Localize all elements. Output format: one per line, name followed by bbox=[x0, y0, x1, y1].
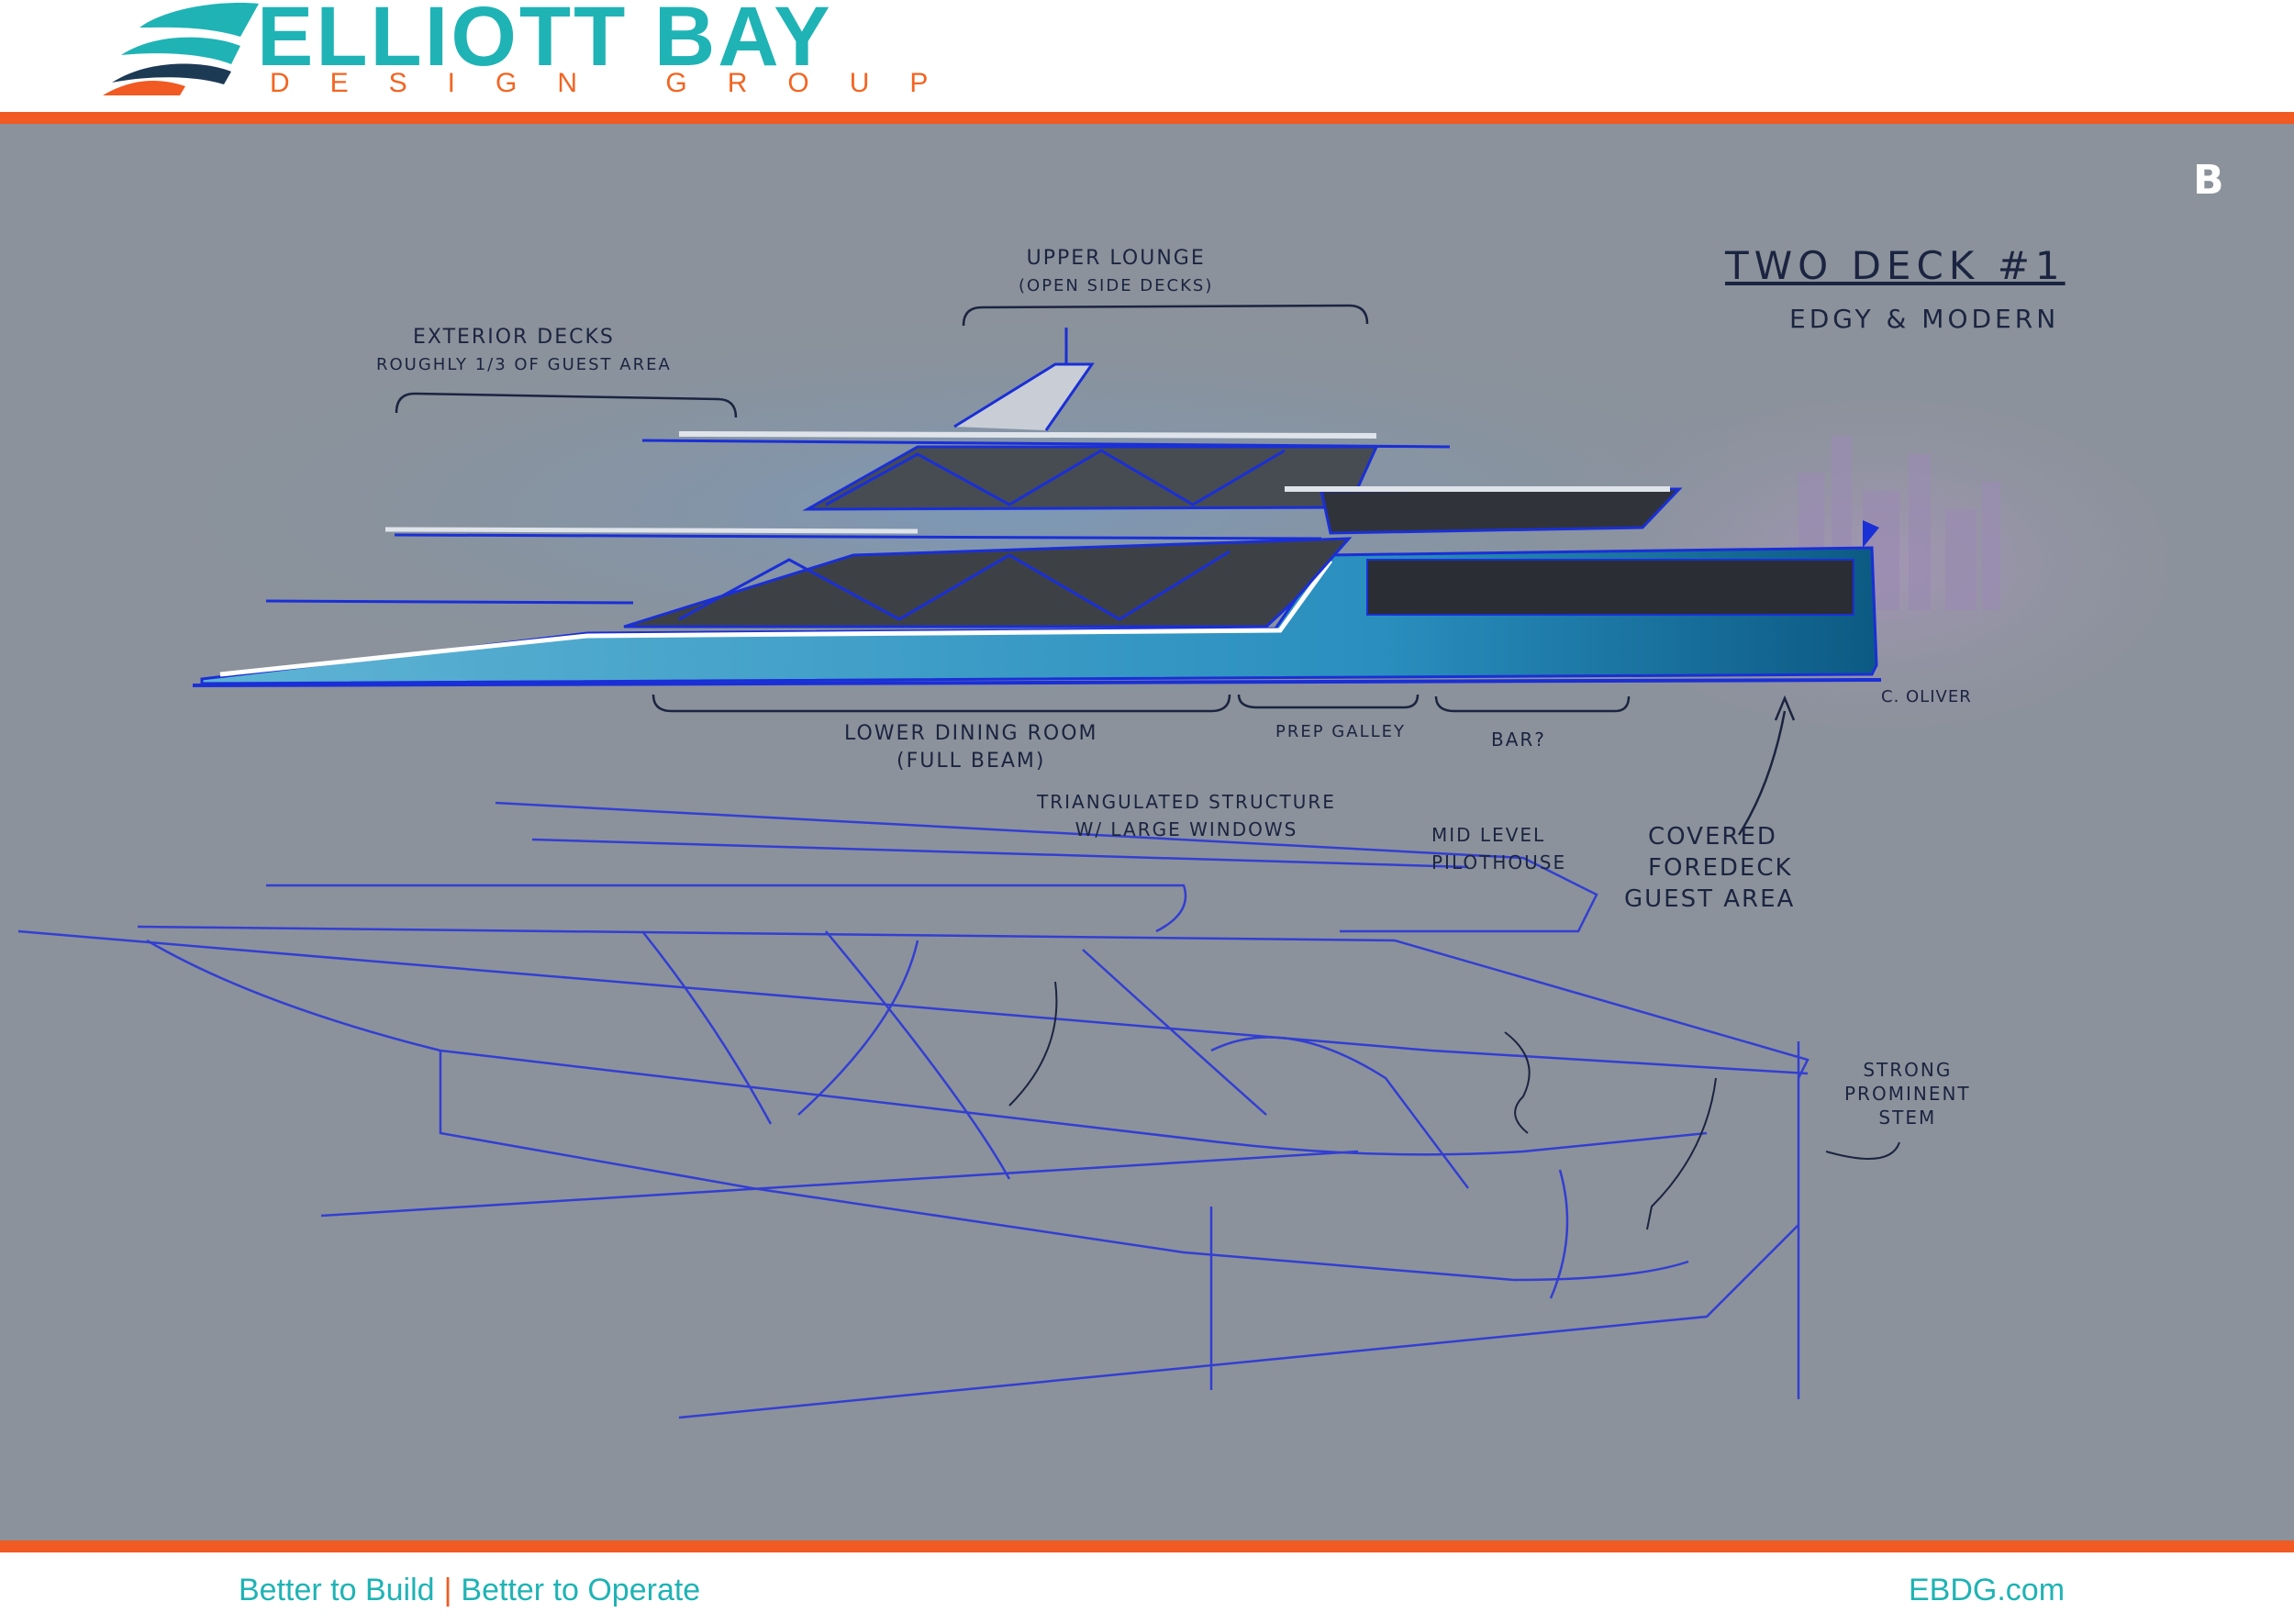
sketch-title: Two Deck #1 bbox=[1725, 243, 2066, 288]
note-triangulated-structure: Triangulated Structure w/ Large Windows bbox=[1037, 788, 1336, 843]
note-strong-stem: Strong Prominent Stem bbox=[1844, 1058, 1971, 1129]
note-lower-dining-line1: Lower Dining Room bbox=[844, 722, 1098, 745]
note-triangulated-line2: w/ Large Windows bbox=[1075, 818, 1298, 840]
note-lower-dining-line2: (Full Beam) bbox=[896, 750, 1046, 773]
company-logo[interactable]: ELLIOTT BAY DESIGN GROUP bbox=[103, 0, 928, 98]
perspective-sketch bbox=[17, 801, 1810, 1419]
note-covered-line2: Foredeck bbox=[1648, 854, 1793, 882]
note-mid-level-line2: Pilothouse bbox=[1431, 851, 1567, 873]
note-mid-level-line1: Mid Level bbox=[1431, 824, 1546, 846]
note-covered-foredeck: Covered Foredeck Guest Area bbox=[1624, 821, 1795, 915]
note-upper-lounge: Upper Lounge (Open Side Decks) bbox=[1019, 245, 1213, 300]
note-stem-line1: Strong bbox=[1863, 1059, 1953, 1081]
note-stem-line3: Stem bbox=[1878, 1107, 1937, 1129]
note-lower-dining: Lower Dining Room (Full Beam) bbox=[844, 720, 1098, 775]
footer-slogan: Better to Build | Better to Operate bbox=[239, 1573, 700, 1608]
note-exterior-decks: Exterior Decks Roughly 1/3 of Guest Area bbox=[376, 324, 672, 379]
note-triangulated-line1: Triangulated Structure bbox=[1037, 791, 1336, 813]
slogan-operate: Better to Operate bbox=[461, 1573, 701, 1607]
sketch-subtitle: Edgy & Modern bbox=[1789, 304, 2060, 334]
note-exterior-decks-line2: Roughly 1/3 of Guest Area bbox=[376, 355, 672, 374]
note-prep-galley: Prep Galley bbox=[1275, 722, 1406, 741]
page-footer: Better to Build | Better to Operate EBDG.c… bbox=[0, 1552, 2294, 1624]
footer-divider bbox=[0, 1541, 2294, 1552]
slogan-build: Better to Build bbox=[239, 1573, 435, 1607]
header-divider bbox=[0, 112, 2294, 124]
note-upper-lounge-line1: Upper Lounge bbox=[1026, 247, 1206, 270]
wave-logo-icon bbox=[103, 3, 259, 95]
note-stem-line2: Prominent bbox=[1844, 1083, 1971, 1105]
sketch-sheet: B Two Deck #1 Edgy & Modern Upper Lounge… bbox=[0, 124, 2294, 1541]
note-covered-line1: Covered bbox=[1648, 823, 1777, 851]
sheet-id-mark: B bbox=[2193, 157, 2224, 204]
logo-tagline: DESIGN GROUP bbox=[270, 68, 969, 98]
note-covered-line3: Guest Area bbox=[1624, 885, 1796, 913]
logo-wordmark: ELLIOTT BAY bbox=[257, 0, 833, 83]
note-bar: Bar? bbox=[1491, 729, 1546, 751]
note-mid-level-pilothouse: Mid Level Pilothouse bbox=[1431, 821, 1566, 876]
artist-signature: C. Oliver bbox=[1881, 687, 1972, 706]
website-link[interactable]: EBDG.com bbox=[1909, 1573, 2065, 1608]
page-header: ELLIOTT BAY DESIGN GROUP bbox=[0, 0, 2294, 112]
leader-lines bbox=[1008, 981, 1900, 1230]
slogan-separator: | bbox=[443, 1573, 452, 1607]
note-exterior-decks-line1: Exterior Decks bbox=[413, 326, 615, 349]
note-upper-lounge-line2: (Open Side Decks) bbox=[1019, 276, 1214, 295]
